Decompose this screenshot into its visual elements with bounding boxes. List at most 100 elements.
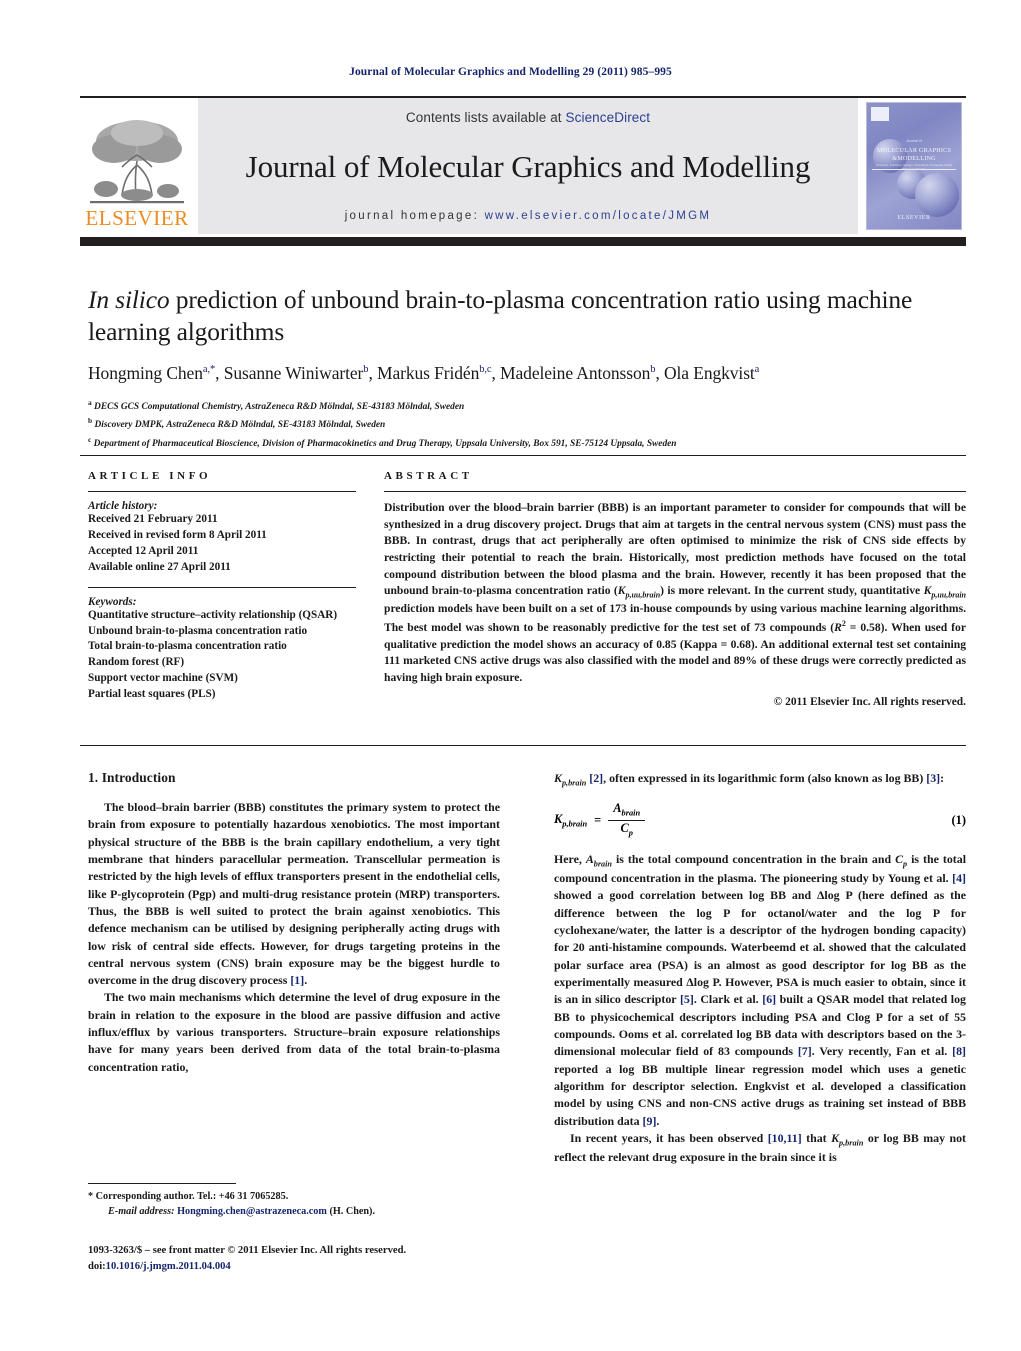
affiliation-text: DECS GCS Computational Chemistry, AstraZ…: [94, 402, 465, 413]
journal-homepage-line: journal homepage: www.elsevier.com/locat…: [345, 210, 712, 222]
p4-symbol-kpbrain-sub: p,brain: [839, 1138, 864, 1148]
citation-ref-8[interactable]: [8]: [952, 1044, 966, 1058]
equation-numerator-base: A: [613, 801, 622, 816]
p3-h: reported a log BB multiple linear regres…: [554, 1061, 966, 1128]
equation-1-row: Kp,brain = Abrain Cp (1): [554, 802, 966, 838]
equation-denominator-sub: p: [628, 828, 633, 838]
article-history-label: Article history:: [88, 500, 158, 512]
doi-link[interactable]: 10.1016/j.jmgm.2011.04.004: [106, 1261, 231, 1272]
contents-lists-line: Contents lists available at ScienceDirec…: [406, 110, 650, 125]
abstract-rule: [384, 491, 966, 492]
equation-1-expression: Kp,brain = Abrain Cp: [554, 801, 646, 838]
masthead-bottom-bar: [80, 237, 966, 246]
p3-symbol-abrain-sub: brain: [593, 859, 612, 869]
citation-ref-2[interactable]: [2]: [589, 771, 603, 785]
corresponding-author-note: * Corresponding author. Tel.: +46 31 706…: [88, 1190, 500, 1205]
affiliation-list: a DECS GCS Computational Chemistry, Astr…: [88, 397, 966, 452]
affiliation-text: Department of Pharmaceutical Bioscience,…: [93, 438, 677, 449]
article-history-item: Received 21 February 2011: [88, 513, 218, 525]
abstract-part-2: ) is more relevant. In the current study…: [660, 584, 924, 598]
affiliation-mark: a: [88, 398, 92, 407]
author-marks: a,*: [202, 364, 216, 376]
intro-rc-text-c: :: [940, 771, 945, 785]
keyword-item: Support vector machine (SVM): [88, 672, 238, 685]
footnote-rule: [88, 1183, 236, 1184]
imprint-block: 1093-3263/$ – see front matter © 2011 El…: [88, 1243, 500, 1275]
keyword-item: Total brain-to-plasma concentration rati…: [88, 640, 287, 653]
contents-prefix: Contents lists available at: [405, 110, 566, 125]
intro-paragraph-3: Here, Abrain is the total compound conce…: [554, 851, 966, 1130]
keyword-item: Partial least squares (PLS): [88, 688, 216, 701]
author-name: Markus Fridén: [377, 363, 480, 384]
article-history-item: Received in revised form 8 April 2011: [88, 528, 267, 541]
keyword-item: Random forest (RF): [88, 656, 185, 669]
equation-denominator-base: C: [620, 820, 629, 835]
author-marks: b: [650, 364, 656, 376]
elsevier-wordmark: ELSEVIER: [85, 206, 189, 230]
intro-paragraph-4: In recent years, it has been observed [1…: [554, 1130, 966, 1167]
paper-page: Journal of Molecular Graphics and Modell…: [0, 0, 1021, 1351]
cover-title-line2: &MODELLING: [892, 154, 936, 162]
author-item: Susanne Winiwarterb: [224, 363, 369, 383]
cover-publisher: ELSEVIER: [897, 215, 931, 221]
p3-symbol-abrain: A: [585, 851, 594, 866]
email-link[interactable]: Hongming.chen@astrazeneca.com: [177, 1206, 327, 1217]
keywords-label: Keywords:: [88, 595, 137, 608]
citation-ref-9[interactable]: [9]: [643, 1114, 657, 1128]
intro-p2-text: The two main mechanisms which determine …: [88, 990, 500, 1074]
keywords-rule: [88, 586, 356, 588]
column-gap: [356, 470, 384, 708]
p3-a: Here,: [554, 851, 586, 866]
symbol-kpbrain-sub: p,brain: [561, 778, 587, 788]
abstract-r2-base: R: [834, 620, 842, 634]
citation-ref-10-11[interactable]: [10,11]: [768, 1131, 802, 1145]
running-head: Journal of Molecular Graphics and Modell…: [349, 66, 672, 78]
cover-title-line1: MOLECULAR GRAPHICS: [876, 147, 952, 154]
abstract-part-1: Distribution over the blood–brain barrie…: [384, 501, 966, 598]
section-heading-introduction: 1. Introduction: [88, 770, 176, 785]
intro-p1-text: The blood–brain barrier (BBB) constitute…: [88, 800, 500, 988]
sciencedirect-link[interactable]: ScienceDirect: [566, 110, 651, 125]
author-marks: b,c: [479, 364, 492, 376]
masthead-center-panel: Contents lists available at ScienceDirec…: [198, 98, 858, 234]
p3-symbol-cp: C: [895, 851, 904, 866]
p3-d: showed a good correlation between log BB…: [554, 888, 966, 1007]
abstract-heading: ABSTRACT: [384, 470, 473, 482]
affiliation-item: c Department of Pharmaceutical Bioscienc…: [88, 434, 966, 452]
citation-ref-1[interactable]: [1]: [290, 973, 304, 987]
elsevier-logo: ELSEVIER: [80, 98, 194, 234]
p3-e: . Clark et al.: [693, 992, 763, 1007]
affiliation-mark: b: [88, 416, 93, 426]
title-bottom-rule: [80, 455, 966, 456]
email-suffix: (H. Chen).: [326, 1205, 375, 1217]
author-name: Madeleine Antonsson: [500, 363, 651, 384]
equation-numerator: Abrain: [608, 801, 646, 821]
affiliation-text: Discovery DMPK, AstraZeneca R&D Mölndal,…: [94, 420, 386, 431]
citation-ref-6[interactable]: [6]: [762, 992, 776, 1006]
cover-corner-block: [871, 107, 889, 121]
p3-i: .: [656, 1113, 660, 1128]
homepage-url-link[interactable]: www.elsevier.com/locate/JMGM: [485, 210, 712, 222]
intro-p1-tail: .: [304, 973, 308, 988]
equation-numerator-sub: brain: [621, 808, 641, 818]
right-body-column: Kp,brain [2], often expressed in its log…: [554, 770, 966, 1166]
citation-ref-5[interactable]: [5]: [680, 992, 694, 1006]
journal-title: Journal of Molecular Graphics and Modell…: [245, 149, 811, 185]
article-history-item: Accepted 12 April 2011: [88, 544, 199, 557]
cover-kicker: Journal of: [906, 139, 922, 143]
cover-divider: [872, 169, 956, 170]
elsevier-tree-icon: [88, 115, 186, 207]
p4-a: In recent years, it has been observed: [570, 1130, 768, 1145]
abstract-symbol-kpuu-1-sub: p,uu,brain: [625, 590, 661, 600]
author-item: Ola Engkvista: [664, 363, 759, 383]
article-history-item: Available online 27 April 2011: [88, 560, 231, 573]
equation-denominator: Cp: [615, 821, 637, 838]
citation-ref-7[interactable]: [7]: [798, 1044, 812, 1058]
abstract-symbol-kpuu-2-sub: p,uu,brain: [931, 590, 966, 600]
citation-ref-3[interactable]: [3]: [926, 771, 940, 785]
abstract-column: ABSTRACT Distribution over the blood–bra…: [384, 470, 966, 708]
affiliation-mark: c: [88, 434, 92, 444]
affiliation-item: a DECS GCS Computational Chemistry, Astr…: [88, 397, 966, 415]
corresponding-text: Corresponding author. Tel.: +46 31 70652…: [93, 1191, 289, 1202]
citation-ref-4[interactable]: [4]: [952, 871, 966, 885]
